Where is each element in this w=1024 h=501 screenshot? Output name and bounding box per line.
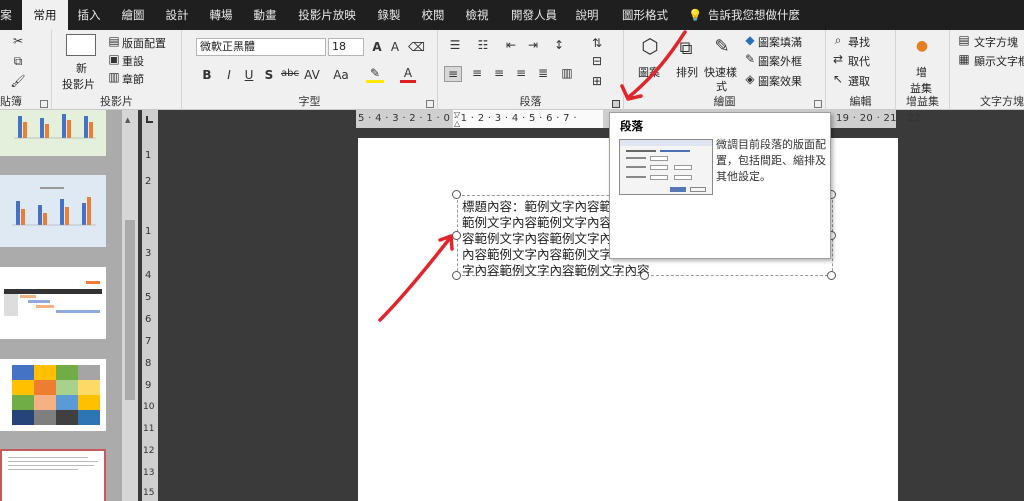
- red-arrow-to-textbox: [378, 236, 452, 322]
- red-arrow-to-launcher: [628, 30, 687, 98]
- annotation-arrows: [378, 30, 687, 322]
